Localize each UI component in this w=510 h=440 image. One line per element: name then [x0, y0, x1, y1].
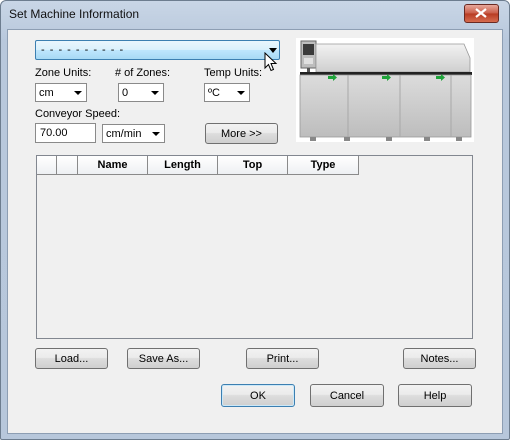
temp-units-value: ºC — [208, 87, 220, 99]
zone-units-value: cm — [39, 87, 54, 99]
conveyor-units-select[interactable]: cm/min — [102, 124, 165, 143]
title-bar[interactable]: Set Machine Information — [0, 0, 508, 28]
oven-image — [296, 38, 474, 142]
table-header-name[interactable]: Name — [78, 156, 148, 175]
more-button[interactable]: More >> — [205, 123, 278, 144]
zone-units-select[interactable]: cm — [35, 83, 87, 102]
table-header-cell[interactable] — [57, 156, 78, 175]
conveyor-speed-input[interactable]: 70.00 — [35, 123, 96, 143]
ok-button[interactable]: OK — [221, 384, 295, 407]
table-header-length[interactable]: Length — [148, 156, 218, 175]
close-button[interactable] — [464, 4, 499, 23]
table-header-type[interactable]: Type — [288, 156, 359, 175]
notes-button[interactable]: Notes... — [403, 348, 476, 369]
dropdown-arrow-icon — [237, 91, 245, 95]
zone-units-label: Zone Units: — [35, 67, 92, 79]
table-header-cell[interactable] — [37, 156, 57, 175]
window-title: Set Machine Information — [9, 7, 140, 21]
close-icon — [475, 8, 487, 18]
zone-count-value: 0 — [122, 87, 129, 99]
temp-units-select[interactable]: ºC — [204, 83, 250, 102]
oven-icon — [299, 40, 472, 141]
conveyor-units-value: cm/min — [106, 128, 142, 140]
load-button[interactable]: Load... — [35, 348, 108, 369]
conveyor-speed-value: 70.00 — [40, 127, 68, 139]
table-header-top[interactable]: Top — [218, 156, 288, 175]
dropdown-arrow-icon — [152, 132, 160, 136]
machine-select[interactable]: - - - - - - - - - - — [35, 40, 280, 60]
help-button[interactable]: Help — [398, 384, 472, 407]
save-as-button[interactable]: Save As... — [127, 348, 200, 369]
machine-select-value: - - - - - - - - - - — [41, 44, 125, 56]
dropdown-arrow-icon — [74, 91, 82, 95]
temp-units-label: Temp Units: — [204, 67, 263, 79]
zone-count-select[interactable]: 0 — [118, 83, 164, 102]
zone-count-label: # of Zones: — [115, 67, 171, 79]
conveyor-speed-label: Conveyor Speed: — [35, 108, 120, 120]
mouse-cursor-icon — [264, 52, 278, 72]
print-button[interactable]: Print... — [246, 348, 319, 369]
zones-table[interactable]: Name Length Top Type — [36, 155, 473, 339]
cancel-button[interactable]: Cancel — [310, 384, 384, 407]
dropdown-arrow-icon — [151, 91, 159, 95]
